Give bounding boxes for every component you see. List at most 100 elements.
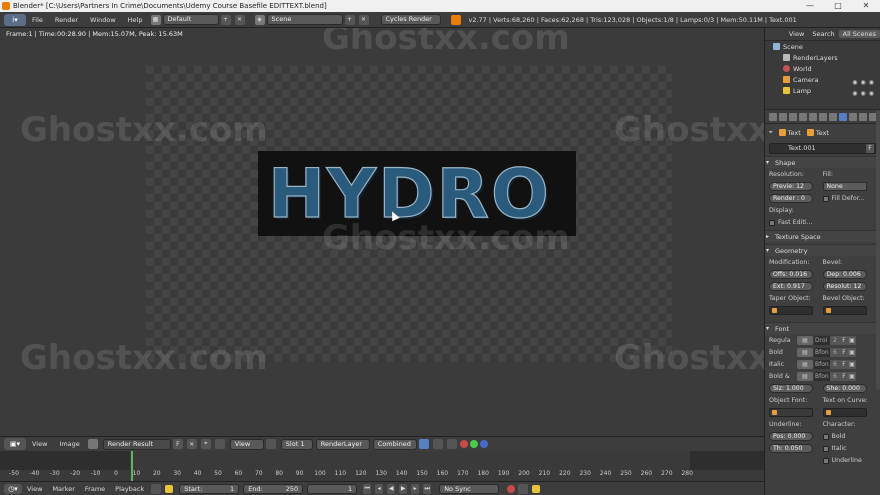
outliner[interactable]: Scene RenderLayers World Camera ◉◉◉ Lamp ◉… — [765, 41, 880, 109]
image-menu-image[interactable]: Image — [53, 440, 85, 448]
render-tab-icon[interactable] — [769, 112, 777, 121]
timeline-menu-frame[interactable]: Frame — [80, 485, 110, 493]
font-fake-user-button[interactable]: F — [840, 360, 848, 369]
bold-checkbox[interactable] — [822, 433, 829, 440]
view-options-icon[interactable] — [265, 439, 276, 449]
green-channel-icon[interactable] — [469, 440, 478, 448]
outliner-item-scene[interactable]: Scene — [765, 42, 880, 53]
underline-thickness-field[interactable]: Th: 0.050 — [769, 444, 813, 453]
scene-tab-icon[interactable] — [789, 112, 797, 121]
preview-range-icon[interactable] — [151, 483, 162, 494]
texture-space-panel-header[interactable]: Texture Space — [765, 230, 880, 243]
outliner-tab-view[interactable]: View — [785, 30, 808, 38]
keying-set-icon[interactable] — [518, 483, 529, 494]
timeline-menu-playback[interactable]: Playback — [110, 485, 149, 493]
menu-window[interactable]: Window — [84, 16, 122, 24]
layers-tab-icon[interactable] — [779, 112, 787, 121]
image-editor-viewport[interactable]: HYDRO Frame:1 | Time:00:28.90 | Mem:15.0… — [0, 28, 764, 436]
font-bold-name[interactable]: Bfon — [814, 348, 830, 357]
image-menu-view[interactable]: View — [26, 440, 53, 448]
font-size-field[interactable]: Siz: 1.000 — [769, 384, 813, 393]
fast-edit-checkbox[interactable] — [769, 219, 775, 226]
shape-panel-header[interactable]: Shape — [765, 156, 880, 169]
render-resolution-field[interactable]: Render : 0 — [769, 194, 813, 203]
font-browse-icon[interactable]: ▤ — [797, 336, 813, 345]
slot-selector[interactable]: Slot 1 — [280, 438, 313, 450]
underline-checkbox[interactable] — [822, 457, 829, 464]
fill-mode-selector[interactable]: None — [822, 182, 867, 191]
scene-selector[interactable]: Scene — [266, 14, 343, 25]
render-layer-selector[interactable]: RenderLayer — [315, 438, 370, 450]
play-reverse-icon[interactable]: ◀ — [387, 483, 396, 494]
menu-help[interactable]: Help — [122, 16, 149, 24]
extrude-field[interactable]: Ext: 0.917 — [769, 282, 813, 291]
preview-resolution-field[interactable]: Previe: 12 — [769, 182, 813, 191]
view-mode-icon[interactable] — [214, 439, 225, 449]
outliner-item-world[interactable]: World — [765, 64, 880, 75]
font-open-icon[interactable]: ▣ — [848, 360, 856, 369]
outliner-tab-search[interactable]: Search — [808, 30, 838, 38]
prev-keyframe-icon[interactable]: ◂ — [375, 483, 384, 494]
bevel-depth-field[interactable]: Dep: 0.006 — [822, 270, 867, 279]
outliner-item-lamp[interactable]: Lamp ◉◉◉ — [765, 86, 880, 97]
texture-tab-icon[interactable] — [859, 112, 867, 121]
layout-selector[interactable]: Default — [162, 14, 219, 25]
remove-scene-icon[interactable]: ✕ — [358, 14, 369, 25]
timeline-editor-type-button[interactable]: ◷▾ — [4, 483, 22, 494]
end-frame-field[interactable]: End: 250 — [243, 483, 304, 494]
font-browse-icon[interactable]: ▤ — [797, 360, 813, 369]
object-tab-icon[interactable] — [809, 112, 817, 121]
font-open-icon[interactable]: ▣ — [848, 336, 856, 345]
font-fake-user-button[interactable]: F — [840, 348, 848, 357]
font-open-icon[interactable]: ▣ — [848, 372, 856, 381]
geometry-panel-header[interactable]: Geometry — [765, 244, 880, 257]
pin-icon[interactable]: ⌖ — [200, 439, 211, 449]
maximize-button[interactable]: □ — [824, 0, 852, 12]
font-browse-icon[interactable]: ▤ — [797, 372, 813, 381]
material-tab-icon[interactable] — [849, 112, 857, 121]
font-shear-field[interactable]: She: 0.000 — [822, 384, 867, 393]
font-italic-name[interactable]: Bfon — [814, 360, 830, 369]
font-open-icon[interactable]: ▣ — [848, 348, 856, 357]
underline-position-field[interactable]: Pos: 0.000 — [769, 432, 813, 441]
bevel-object-field[interactable] — [822, 306, 867, 315]
world-tab-icon[interactable] — [799, 112, 807, 121]
record-icon[interactable] — [507, 484, 516, 493]
scene-icon[interactable]: ◈ — [254, 14, 265, 25]
data-tab-icon[interactable] — [839, 112, 847, 121]
render-engine-selector[interactable]: Cycles Render — [380, 14, 441, 25]
sample-icon[interactable] — [446, 439, 457, 449]
minimize-button[interactable]: — — [796, 0, 824, 12]
text-datablock-field[interactable]: Text.001 F — [769, 143, 876, 154]
outliner-tab-all-scenes[interactable]: All Scenes — [838, 30, 880, 38]
jump-end-icon[interactable]: ⏭ — [423, 483, 432, 494]
font-fake-user-button[interactable]: F — [840, 336, 848, 345]
taper-object-field[interactable] — [769, 306, 813, 315]
fake-user-button[interactable]: F — [866, 144, 874, 153]
display-alpha-icon[interactable] — [418, 439, 429, 449]
outliner-item-camera[interactable]: Camera ◉◉◉ — [765, 75, 880, 86]
properties-scrollbar[interactable] — [876, 110, 880, 390]
fill-deform-checkbox[interactable] — [822, 195, 829, 202]
font-browse-icon[interactable]: ▤ — [797, 348, 813, 357]
image-editor-type-button[interactable]: ▣▾ — [4, 438, 26, 450]
constraints-tab-icon[interactable] — [819, 112, 827, 121]
object-font-field[interactable] — [769, 408, 813, 417]
fake-user-icon[interactable]: F — [172, 439, 183, 449]
font-fake-user-button[interactable]: F — [840, 372, 848, 381]
font-bold-italic-name[interactable]: Bfon — [814, 372, 830, 381]
jump-start-icon[interactable]: ⏮ — [363, 483, 372, 494]
italic-checkbox[interactable] — [822, 445, 829, 452]
timeline-playhead[interactable] — [131, 451, 133, 481]
outliner-item-renderlayers[interactable]: RenderLayers — [765, 53, 880, 64]
visibility-toggles[interactable]: ◉◉◉ — [852, 88, 877, 99]
view-mode-selector[interactable]: View — [229, 438, 264, 450]
red-channel-icon[interactable] — [459, 440, 468, 448]
image-browse-icon[interactable] — [87, 439, 98, 449]
current-frame-field[interactable]: 1 — [307, 483, 358, 494]
start-frame-field[interactable]: Start: 1 — [179, 483, 240, 494]
layout-grid-icon[interactable]: ▦ — [150, 14, 161, 25]
blue-channel-icon[interactable] — [479, 440, 488, 448]
add-scene-icon[interactable]: + — [344, 14, 355, 25]
text-on-curve-field[interactable] — [822, 408, 867, 417]
